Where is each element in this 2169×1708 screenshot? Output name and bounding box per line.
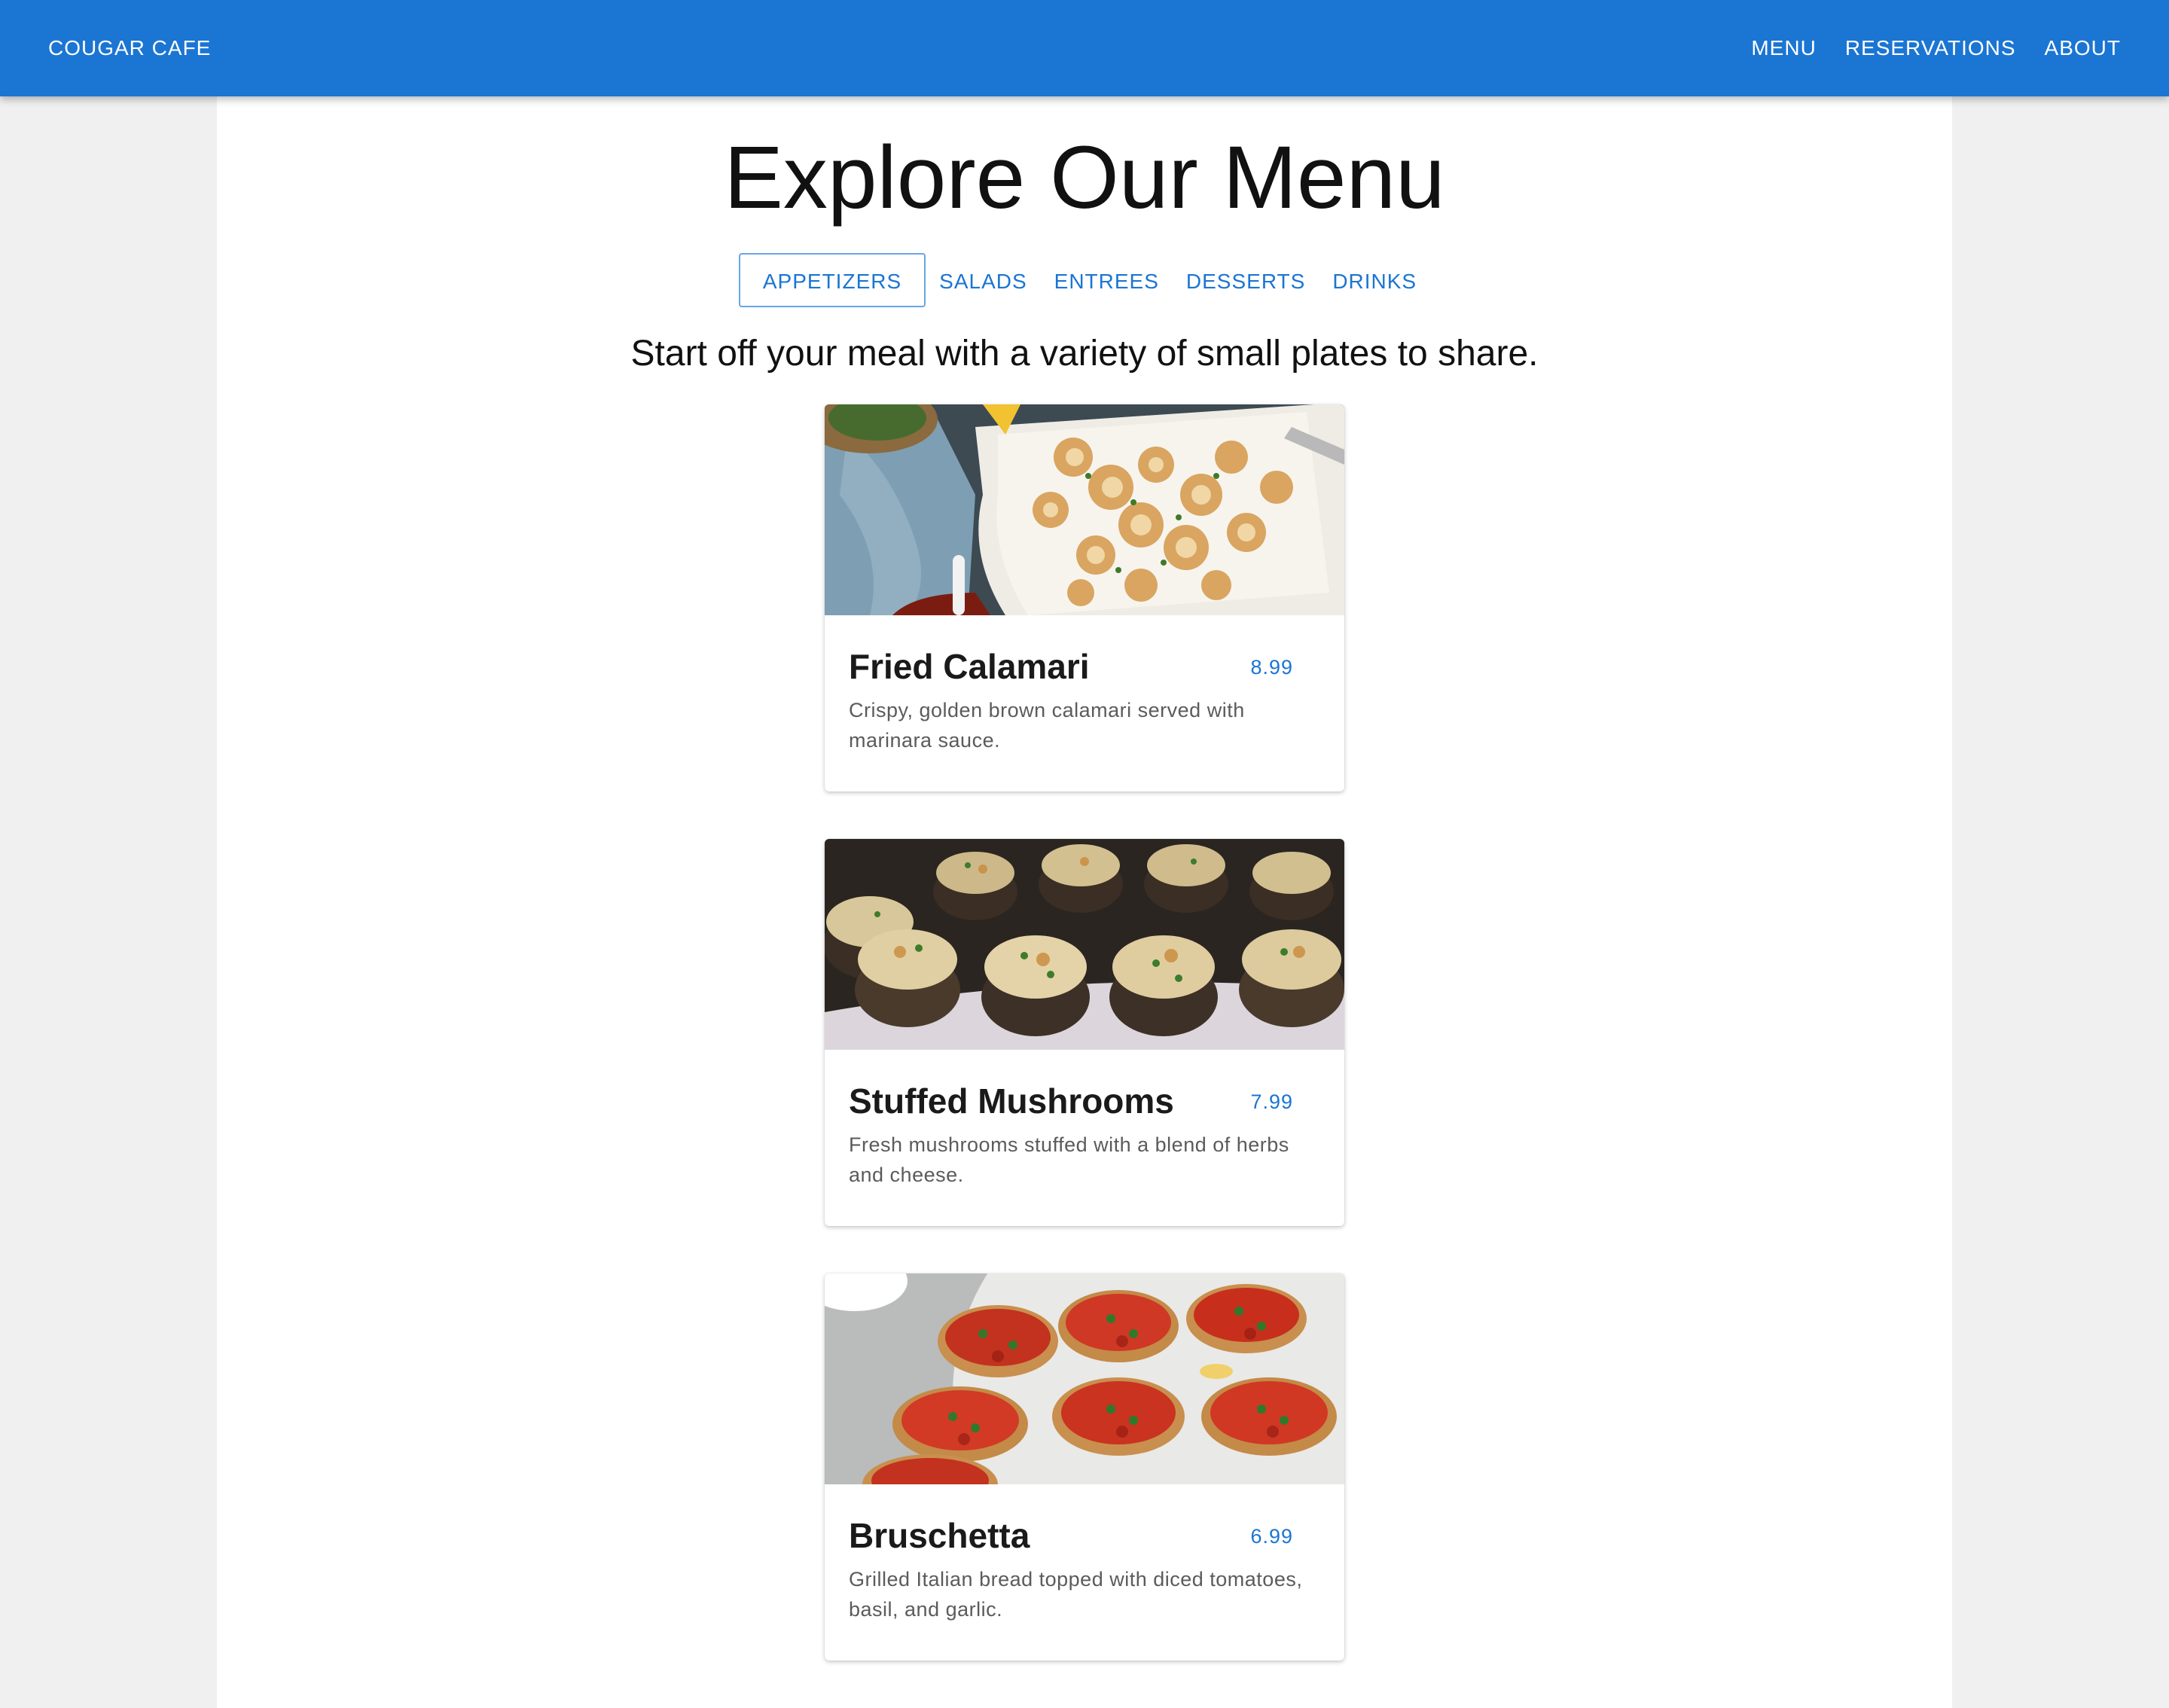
item-description: Crispy, golden brown calamari served wit… [849,699,1245,752]
menu-item-card[interactable]: Bruschetta 6.99 Grilled Italian bread to… [825,1273,1344,1661]
item-price: 8.99 [1250,656,1293,679]
card-content: Stuffed Mushrooms 7.99 Fresh mushrooms s… [825,1050,1344,1190]
top-app-bar: COUGAR CAFE MENU RESERVATIONS ABOUT [0,0,2169,96]
card-content: Fried Calamari 8.99 Crispy, golden brown… [825,615,1344,755]
fried-calamari-photo [825,404,1344,615]
item-price: 6.99 [1250,1525,1293,1548]
main-nav: MENU RESERVATIONS ABOUT [1751,35,2121,61]
item-description: Fresh mushrooms stuffed with a blend of … [849,1133,1289,1186]
item-name: Bruschetta [849,1516,1030,1555]
category-description: Start off your meal with a variety of sm… [630,334,1539,374]
content-container: Explore Our Menu APPETIZERS SALADS ENTRE… [217,96,1952,1708]
card-content: Bruschetta 6.99 Grilled Italian bread to… [825,1484,1344,1624]
nav-about-link[interactable]: ABOUT [2045,35,2121,61]
item-description: Grilled Italian bread topped with diced … [849,1568,1303,1621]
tab-desserts[interactable]: DESSERTS [1173,253,1319,307]
item-name: Stuffed Mushrooms [849,1081,1174,1121]
menu-category-tabs: APPETIZERS SALADS ENTREES DESSERTS DRINK… [217,253,1952,307]
item-price: 7.99 [1250,1090,1293,1113]
nav-reservations-link[interactable]: RESERVATIONS [1845,35,2016,61]
tab-salads[interactable]: SALADS [926,253,1041,307]
menu-item-card[interactable]: Fried Calamari 8.99 Crispy, golden brown… [825,404,1344,791]
page-title: Explore Our Menu [724,128,1445,227]
tab-entrees[interactable]: ENTREES [1041,253,1173,307]
menu-item-card[interactable]: Stuffed Mushrooms 7.99 Fresh mushrooms s… [825,839,1344,1226]
item-name: Fried Calamari [849,647,1090,686]
tab-appetizers[interactable]: APPETIZERS [738,253,926,307]
brand-logo-text[interactable]: COUGAR CAFE [48,35,211,61]
nav-menu-link[interactable]: MENU [1751,35,1816,61]
bruschetta-photo [825,1273,1344,1484]
stuffed-mushrooms-photo [825,839,1344,1050]
tab-drinks[interactable]: DRINKS [1319,253,1430,307]
